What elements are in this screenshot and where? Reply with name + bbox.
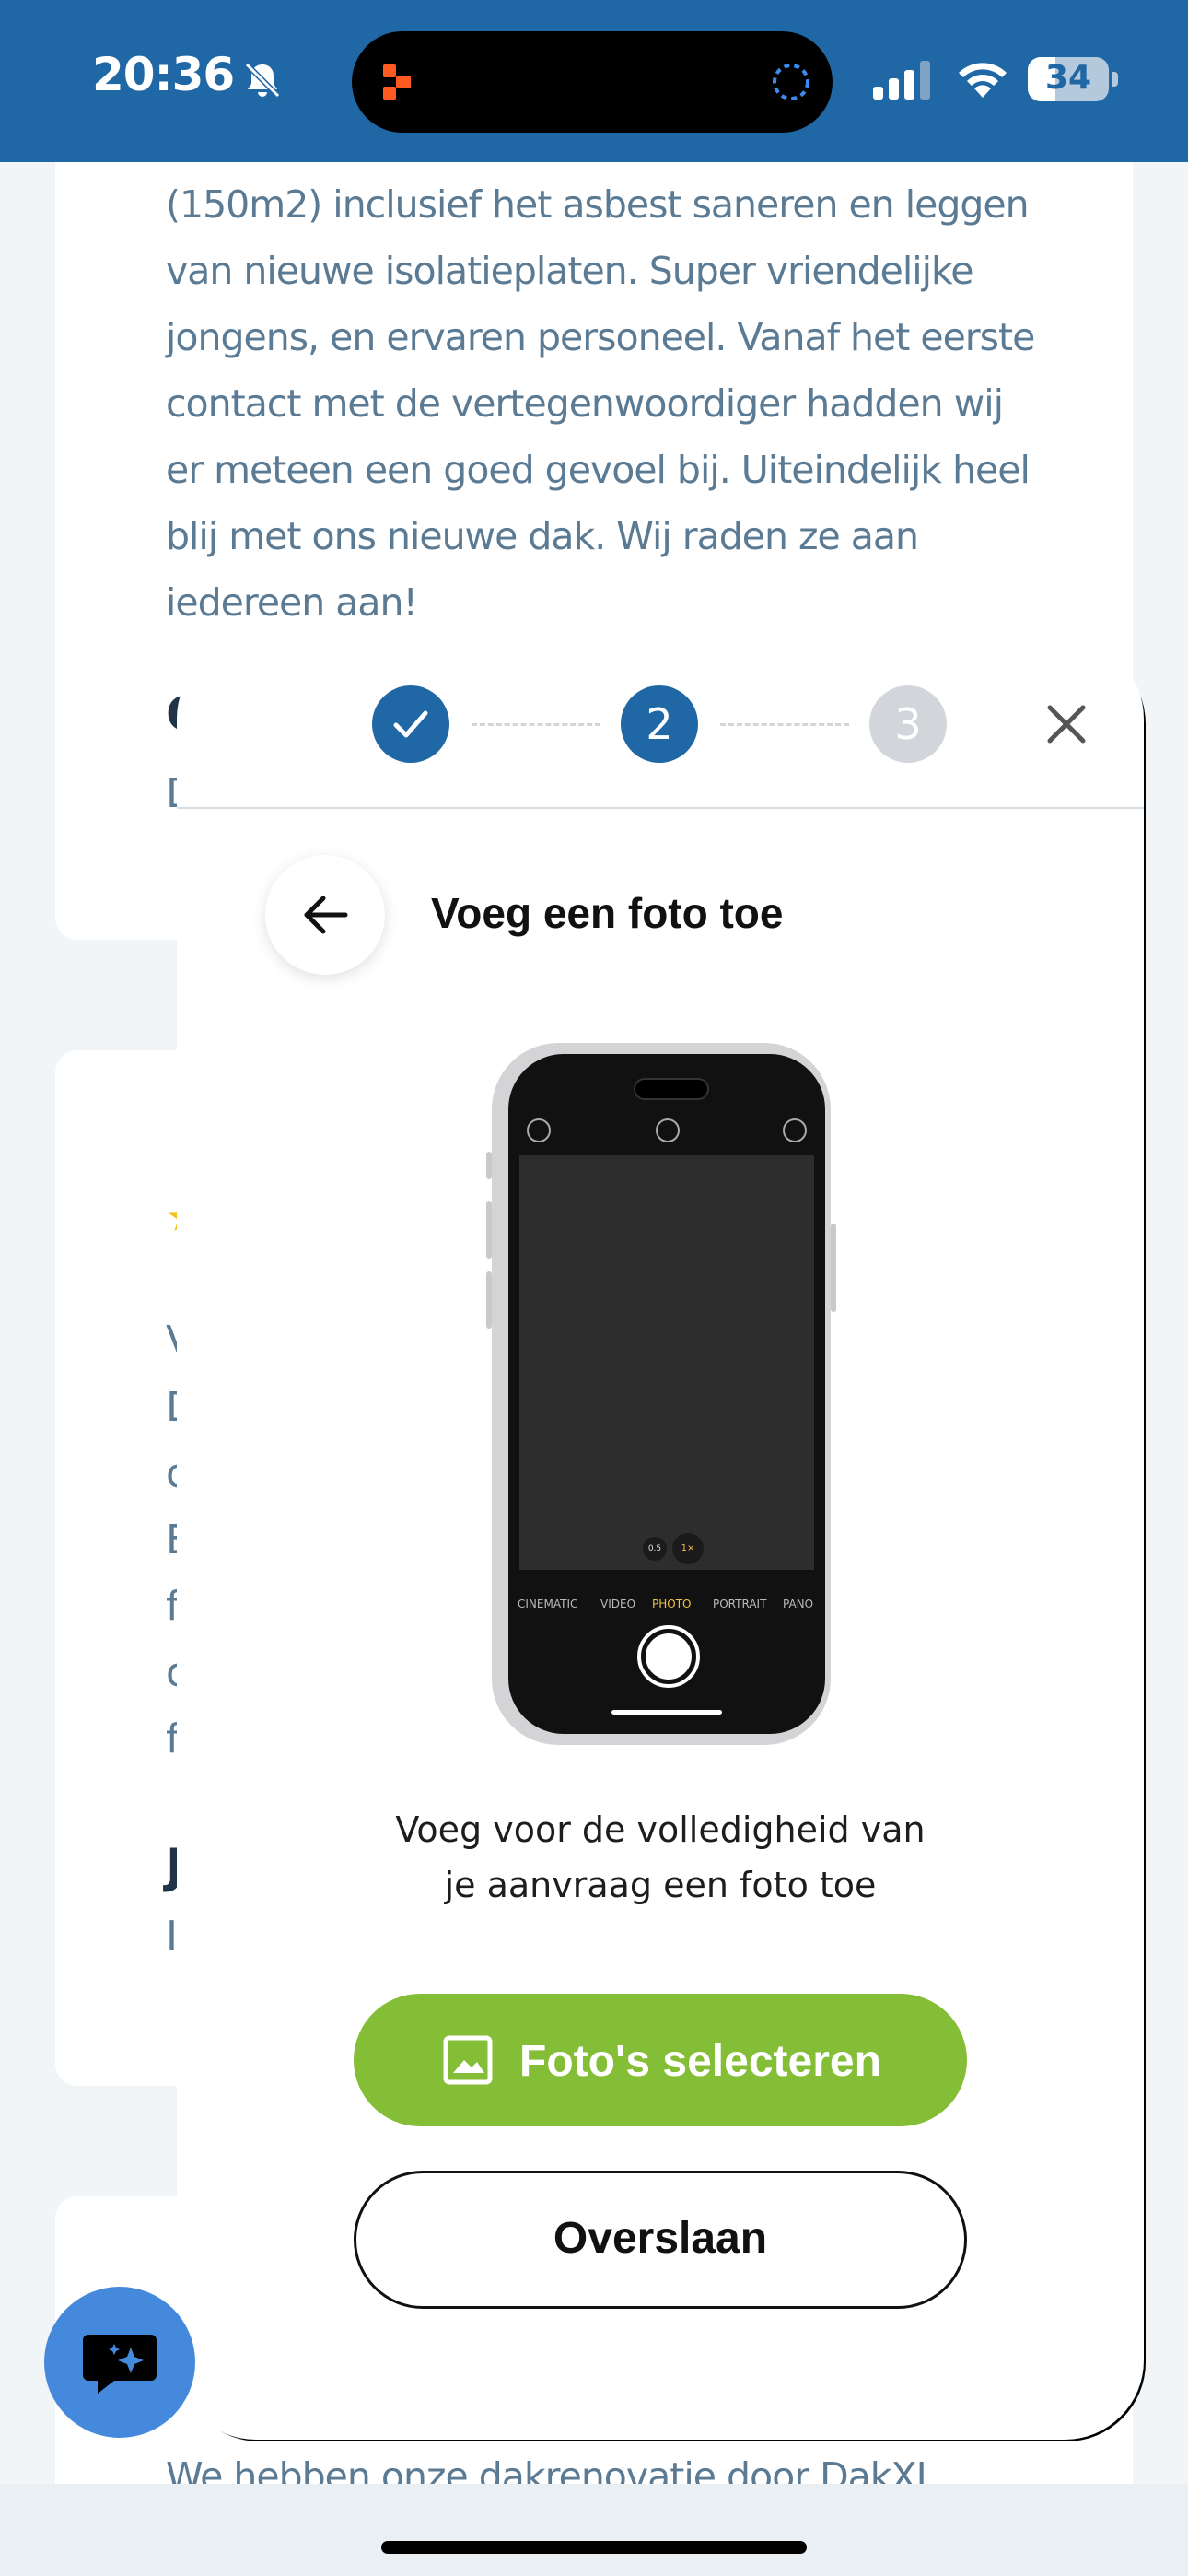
battery-percentage: 34 — [1044, 59, 1092, 97]
live-photo-icon — [783, 1118, 807, 1142]
back-button[interactable] — [265, 855, 385, 975]
chat-button[interactable] — [44, 2287, 195, 2438]
bell-slash-icon — [244, 62, 281, 99]
camera-mode: CINEMATIC — [518, 1598, 578, 1610]
modal-title: Voeg een foto toe — [431, 889, 784, 937]
check-icon — [393, 710, 428, 738]
zoom-option-active: 1× — [672, 1533, 704, 1564]
step-3-pending: 3 — [869, 685, 947, 763]
battery-icon: 34 — [1028, 57, 1118, 101]
step-connector — [472, 723, 600, 726]
select-photos-label: Foto's selecteren — [519, 2037, 881, 2086]
select-photos-button[interactable]: Foto's selecteren — [354, 1994, 967, 2126]
ai-chat-icon — [83, 2335, 157, 2394]
status-bar: 20:36 34 — [0, 0, 1188, 162]
shutter-icon — [637, 1625, 700, 1688]
camera-viewfinder — [519, 1155, 814, 1570]
progress-stepper: 2 3 — [177, 639, 1144, 809]
image-icon — [443, 2035, 493, 2085]
chevron-up-icon — [656, 1118, 680, 1142]
status-time: 20:36 — [92, 48, 235, 101]
step-2-active: 2 — [621, 685, 698, 763]
close-icon[interactable] — [1042, 700, 1090, 748]
flash-icon — [527, 1118, 551, 1142]
step-connector — [720, 723, 849, 726]
step-1-done — [372, 685, 449, 763]
camera-mode: PANO — [783, 1598, 814, 1610]
home-bar-area — [0, 2484, 1188, 2576]
camera-mode-active: PHOTO — [652, 1598, 692, 1610]
arrow-left-icon — [304, 896, 348, 934]
home-indicator[interactable] — [381, 2541, 807, 2554]
photo-upload-modal: 2 3 Voeg een foto toe 0.5 1× CINEMATIC V… — [177, 639, 1144, 2440]
camera-mode: PORTRAIT — [713, 1598, 767, 1610]
zoom-option: 0.5 — [643, 1537, 667, 1561]
wifi-icon — [959, 63, 1007, 98]
phone-camera-illustration: 0.5 1× CINEMATIC VIDEO PHOTO PORTRAIT PA… — [486, 1043, 836, 1745]
camera-mode: VIDEO — [600, 1598, 636, 1610]
dynamic-island[interactable] — [352, 31, 833, 133]
signal-icon — [873, 61, 930, 100]
app-activity-icon — [383, 64, 411, 100]
skip-button[interactable]: Overslaan — [354, 2171, 967, 2309]
modal-description: Voeg voor de volledigheid van je aanvraa… — [395, 1809, 926, 1905]
loading-activity-icon — [773, 64, 809, 100]
review-text: (150m2) inclusief het asbest saneren en … — [166, 182, 1035, 625]
